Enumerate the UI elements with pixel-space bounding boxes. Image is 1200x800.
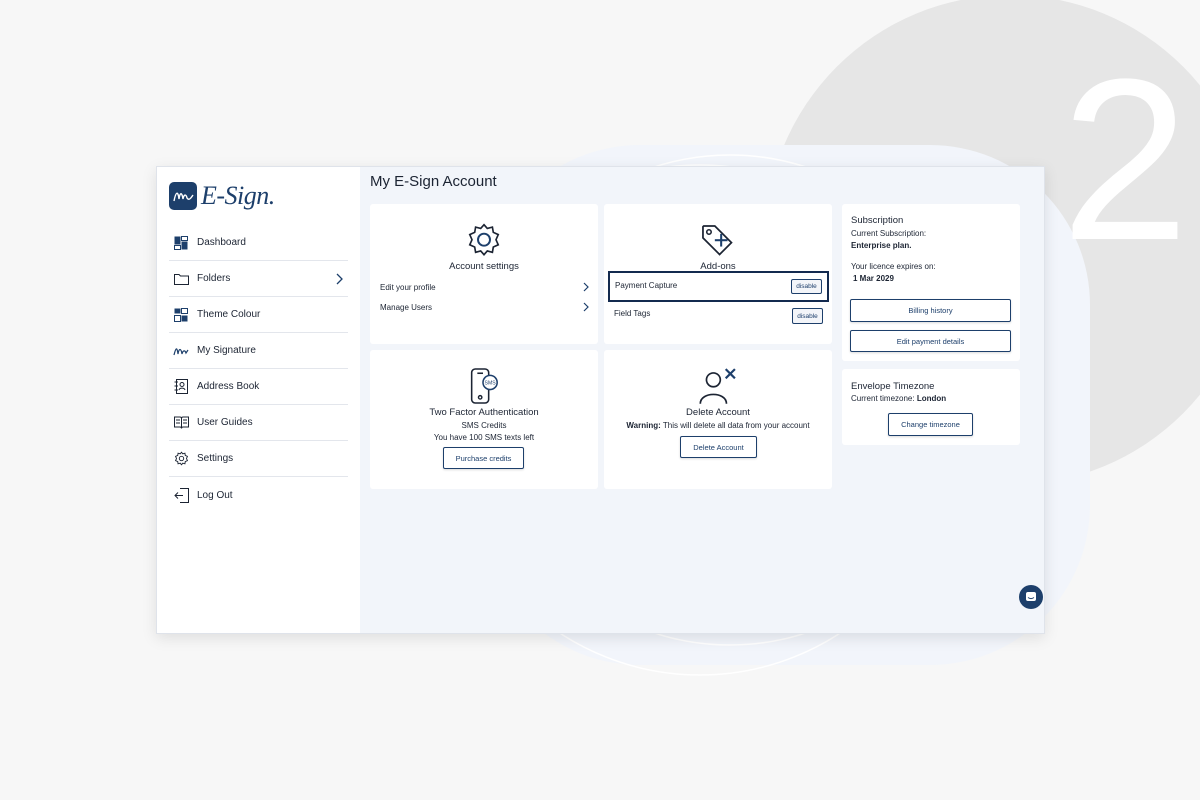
sidebar-item-label: Address Book xyxy=(197,381,260,392)
gear-icon xyxy=(468,223,500,256)
timezone-card: Envelope Timezone Current timezone: Lond… xyxy=(842,369,1020,445)
edit-payment-details-button[interactable]: Edit payment details xyxy=(850,330,1011,352)
current-timezone-value: London xyxy=(916,394,947,403)
user-guides-icon xyxy=(173,415,189,431)
field-tags-disable-button[interactable]: disable xyxy=(792,308,823,324)
licence-expiry-date: 1 Mar 2029 xyxy=(853,274,894,283)
addons-card: Add-ons Payment Capture disable Field Ta… xyxy=(604,204,832,344)
delete-account-button[interactable]: Delete Account xyxy=(680,436,757,458)
svg-text:SMS: SMS xyxy=(485,381,497,387)
theme-icon xyxy=(173,307,189,323)
sidebar-item-label: Log Out xyxy=(197,489,233,501)
manage-users-label: Manage Users xyxy=(380,302,433,312)
edit-profile-label: Edit your profile xyxy=(380,282,436,292)
address-book-icon xyxy=(173,379,189,395)
licence-expiry-label: Your licence expires on: xyxy=(851,262,936,271)
logo-text: E-Sign. xyxy=(201,181,275,210)
chevron-right-icon xyxy=(583,282,589,292)
chevron-right-icon xyxy=(336,273,343,285)
delete-warning-text: This will delete all data from your acco… xyxy=(662,421,810,430)
account-settings-card: Account settings Edit your profile Manag… xyxy=(370,204,598,344)
account-settings-title: Account settings xyxy=(449,261,519,272)
folder-icon xyxy=(173,271,189,287)
timezone-title: Envelope Timezone xyxy=(851,381,935,392)
page-title: My E-Sign Account xyxy=(370,173,497,190)
field-tags-label: Field Tags xyxy=(614,309,651,318)
sidebar-item-folders[interactable]: Folders xyxy=(169,261,348,297)
sidebar-nav: Dashboard Folders Theme Colour My Signat… xyxy=(169,225,348,513)
payment-capture-disable-button[interactable]: disable xyxy=(791,279,822,294)
delete-warning-label: Warning: xyxy=(626,421,661,430)
sidebar: E-Sign. Dashboard Folders Theme Colour M… xyxy=(157,167,359,633)
chat-widget-button[interactable] xyxy=(1019,585,1043,609)
delete-account-title: Delete Account xyxy=(686,407,750,418)
two-factor-title: Two Factor Authentication xyxy=(429,407,539,418)
two-factor-card: SMS Two Factor Authentication SMS Credit… xyxy=(370,350,598,489)
current-timezone-label: Current timezone: xyxy=(851,394,915,403)
chat-icon xyxy=(1026,592,1036,601)
current-timezone: Current timezone: London xyxy=(851,394,946,403)
sidebar-item-label: Dashboard xyxy=(197,237,246,248)
sidebar-item-label: Theme Colour xyxy=(197,309,261,320)
change-timezone-button[interactable]: Change timezone xyxy=(888,413,973,436)
tag-add-icon xyxy=(702,225,733,256)
sidebar-item-label: Settings xyxy=(197,453,234,464)
sidebar-item-user-guides[interactable]: User Guides xyxy=(169,405,348,441)
billing-history-button[interactable]: Billing history xyxy=(850,299,1011,322)
subscription-card: Subscription Current Subscription: Enter… xyxy=(842,204,1020,361)
sms-credits-remaining: You have 100 SMS texts left xyxy=(433,433,535,442)
logo: E-Sign. xyxy=(169,181,275,211)
payment-capture-label: Payment Capture xyxy=(615,281,678,290)
delete-warning: Warning: This will delete all data from … xyxy=(604,421,832,430)
payment-capture-row: Payment Capture disable xyxy=(608,271,829,302)
sidebar-item-settings[interactable]: Settings xyxy=(169,441,348,477)
manage-users-link[interactable]: Manage Users xyxy=(380,300,590,314)
sidebar-item-my-signature[interactable]: My Signature xyxy=(169,333,348,369)
sidebar-item-label: My Signature xyxy=(197,345,256,356)
sms-credits-label: SMS Credits xyxy=(461,421,507,430)
logout-icon xyxy=(173,487,189,503)
sidebar-item-label: User Guides xyxy=(197,417,253,428)
current-subscription-label: Current Subscription: xyxy=(851,229,927,238)
purchase-credits-button[interactable]: Purchase credits xyxy=(443,447,524,469)
dashboard-icon xyxy=(173,235,189,251)
chevron-right-icon xyxy=(583,302,589,312)
signature-icon xyxy=(173,343,189,359)
main-content: My E-Sign Account Account settings Edit … xyxy=(360,167,1044,633)
edit-profile-link[interactable]: Edit your profile xyxy=(380,280,590,294)
remove-user-icon xyxy=(699,368,736,404)
app-window: E-Sign. Dashboard Folders Theme Colour M… xyxy=(156,166,1045,634)
gear-icon xyxy=(173,451,189,467)
sidebar-item-dashboard[interactable]: Dashboard xyxy=(169,225,348,261)
phone-sms-icon: SMS xyxy=(470,368,498,404)
sidebar-item-address-book[interactable]: Address Book xyxy=(169,369,348,405)
logo-mark-icon xyxy=(169,182,197,210)
sidebar-item-log-out[interactable]: Log Out xyxy=(169,477,348,513)
delete-account-card: Delete Account Warning: This will delete… xyxy=(604,350,832,489)
sidebar-item-label: Folders xyxy=(197,273,231,284)
current-plan: Enterprise plan. xyxy=(851,241,912,250)
step-number: 2 xyxy=(1061,31,1189,288)
sidebar-item-theme-colour[interactable]: Theme Colour xyxy=(169,297,348,333)
subscription-title: Subscription xyxy=(851,215,904,226)
